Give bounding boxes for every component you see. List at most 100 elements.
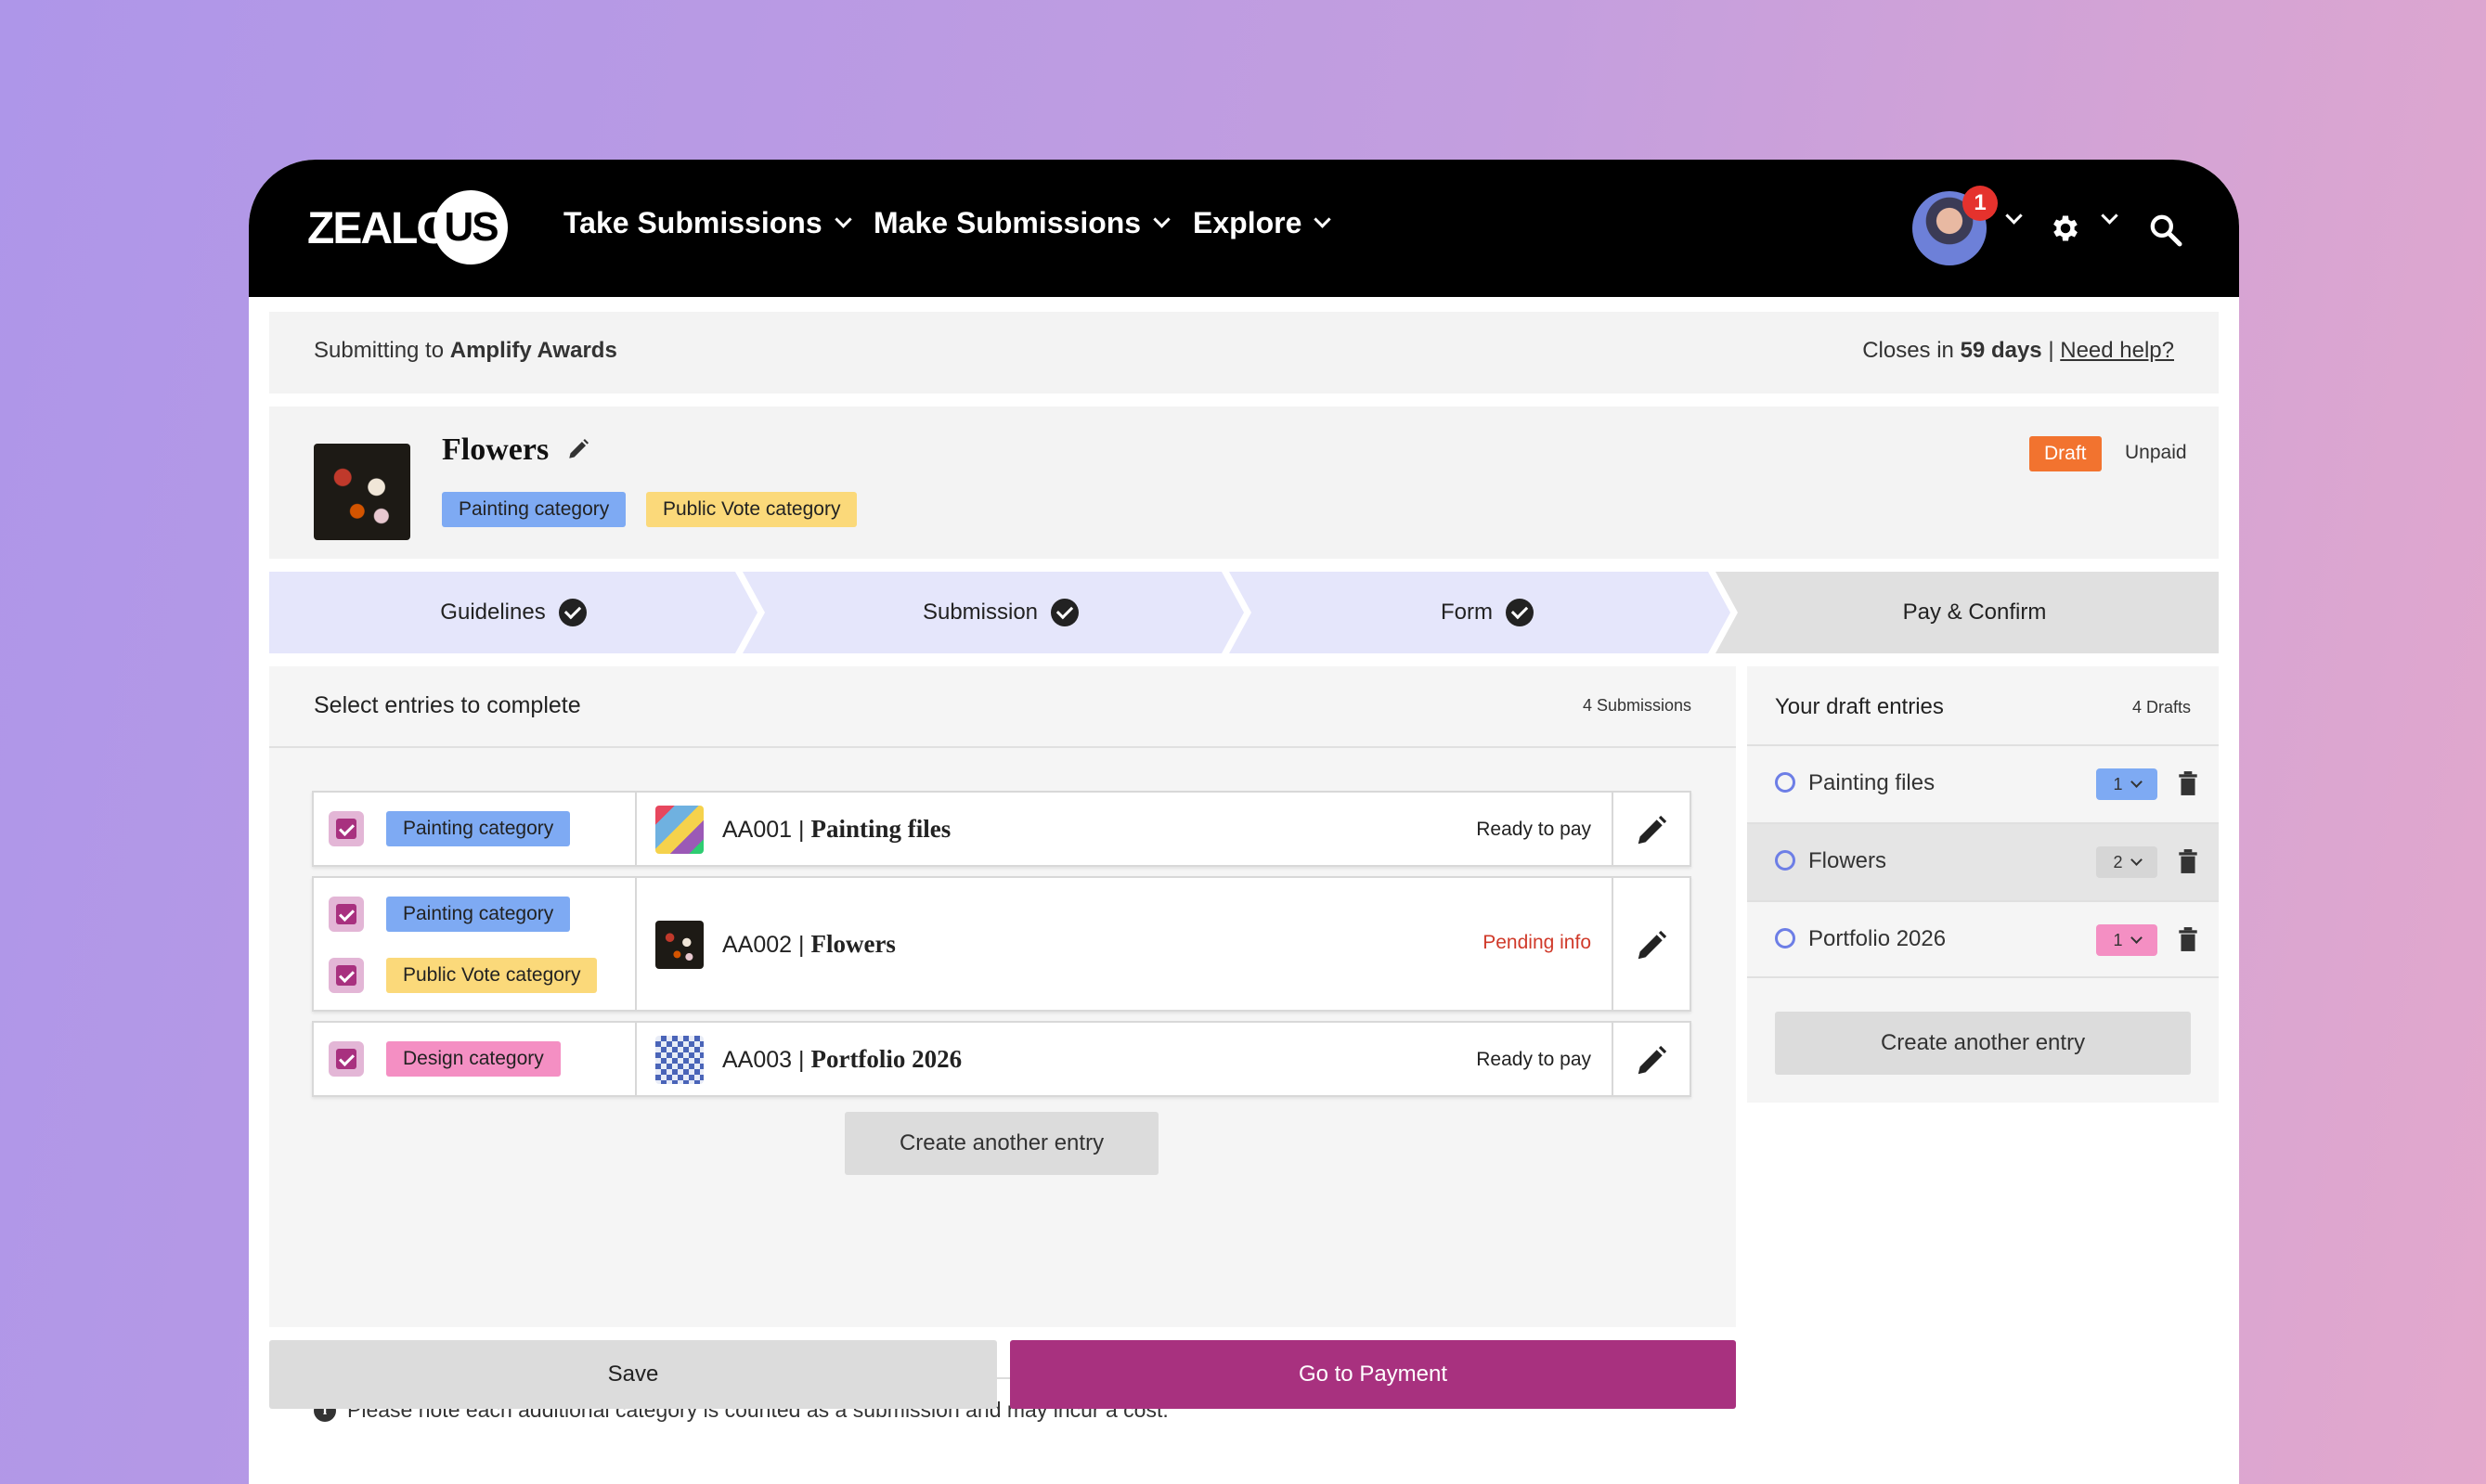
- draft-name: Portfolio 2026: [1808, 926, 1947, 951]
- entry-thumbnail: [655, 1036, 704, 1084]
- chevron-down-icon[interactable]: [2101, 207, 2118, 225]
- entries-count: 4 Submissions: [1582, 696, 1691, 715]
- progress-stepper: Guidelines Submission Form Pay & Confirm: [269, 572, 2219, 653]
- chevron-down-icon: [2130, 776, 2143, 788]
- entry-title: Flowers: [442, 432, 590, 468]
- search-icon[interactable]: [2147, 212, 2184, 249]
- draft-name: Flowers: [1808, 848, 1887, 873]
- category-cell: Design category: [314, 1023, 637, 1095]
- trash-icon[interactable]: [2178, 848, 2198, 874]
- draft-item-selected[interactable]: Flowers 2: [1747, 822, 2219, 900]
- drafts-heading: Your draft entries: [1775, 694, 1944, 719]
- nav-label: Make Submissions: [874, 206, 1142, 239]
- quantity-dropdown[interactable]: 2: [2096, 846, 2157, 878]
- table-row: Design category AA003 | Portfolio 2026 R…: [312, 1021, 1691, 1097]
- zealous-logo[interactable]: ZEALO US: [307, 190, 508, 265]
- entry-name: Painting files: [810, 815, 952, 843]
- submitting-to: Submitting to Amplify Awards: [314, 338, 617, 364]
- entry-status: Pending info: [1483, 932, 1591, 953]
- quantity-dropdown[interactable]: 1: [2096, 924, 2157, 956]
- quantity-dropdown[interactable]: 1: [2096, 768, 2157, 800]
- create-another-entry-button[interactable]: Create another entry: [1775, 1012, 2191, 1075]
- quantity-value: 1: [2113, 930, 2123, 949]
- chevron-down-icon: [1153, 211, 1171, 228]
- separator: |: [798, 1047, 805, 1073]
- submitting-prefix: Submitting to: [314, 338, 445, 363]
- pencil-icon[interactable]: [1634, 813, 1669, 848]
- nav-label: Take Submissions: [563, 206, 822, 239]
- go-to-payment-button[interactable]: Go to Payment: [1010, 1340, 1736, 1409]
- closes-prefix: Closes in: [1862, 338, 1954, 363]
- step-pay-confirm[interactable]: Pay & Confirm: [1730, 572, 2219, 653]
- save-button[interactable]: Save: [269, 1340, 997, 1409]
- entry-thumbnail: [314, 444, 410, 540]
- category-cell: Painting category Public Vote category: [314, 878, 637, 1010]
- category-tag: Painting category: [442, 492, 627, 527]
- nav-take-submissions[interactable]: Take Submissions: [563, 206, 852, 240]
- pencil-icon[interactable]: [566, 437, 590, 461]
- edit-cell: [1612, 793, 1690, 865]
- category-checkbox[interactable]: [329, 1041, 364, 1077]
- create-another-entry-button[interactable]: Create another entry: [845, 1112, 1159, 1175]
- check-circle-icon: [1051, 599, 1080, 626]
- category-tag: Painting category: [386, 811, 571, 846]
- table-row: Painting category AA001 | Painting files…: [312, 791, 1691, 867]
- category-cell: Painting category: [314, 793, 637, 865]
- payment-status: Unpaid: [2125, 442, 2187, 463]
- separator: |: [798, 932, 805, 958]
- draft-item[interactable]: Portfolio 2026 1: [1747, 900, 2219, 978]
- entry-name: Portfolio 2026: [810, 1045, 963, 1073]
- gear-icon[interactable]: [2049, 212, 2082, 245]
- quantity-value: 1: [2113, 774, 2123, 794]
- chevron-down-icon[interactable]: [2005, 207, 2023, 225]
- category-tag: Public Vote category: [646, 492, 858, 527]
- entry-status: Ready to pay: [1476, 819, 1591, 840]
- edit-cell: [1612, 878, 1690, 1010]
- radio-icon[interactable]: [1775, 928, 1795, 948]
- nav-label: Explore: [1193, 206, 1302, 239]
- top-navbar: ZEALO US Take Submissions Make Submissio…: [249, 160, 2239, 297]
- check-circle-icon: [558, 599, 587, 626]
- category-checkbox[interactable]: [329, 897, 364, 932]
- nav-make-submissions[interactable]: Make Submissions: [874, 206, 1171, 240]
- logo-badge: US: [434, 190, 508, 265]
- category-tag: Design category: [386, 1041, 561, 1077]
- radio-icon[interactable]: [1775, 772, 1795, 793]
- draft-name: Painting files: [1808, 770, 1936, 795]
- table-row: Painting category Public Vote category A…: [312, 876, 1691, 1012]
- draft-item[interactable]: Painting files 1: [1747, 744, 2219, 822]
- pencil-icon[interactable]: [1634, 1043, 1669, 1078]
- entry-identifier[interactable]: AA003 | Portfolio 2026: [722, 1045, 962, 1074]
- logo-text: ZEALO: [307, 204, 451, 253]
- entry-thumbnail: [655, 921, 704, 969]
- category-checkbox[interactable]: [329, 958, 364, 993]
- entry-code: AA001: [722, 817, 793, 843]
- chevron-down-icon: [834, 211, 852, 228]
- divider: [269, 746, 1736, 748]
- chevron-down-icon: [2130, 932, 2143, 944]
- radio-icon[interactable]: [1775, 850, 1795, 871]
- nav-explore[interactable]: Explore: [1193, 206, 1332, 240]
- chevron-down-icon: [1314, 211, 1332, 228]
- separator: |: [2048, 338, 2054, 363]
- separator: |: [798, 817, 805, 843]
- program-name: Amplify Awards: [449, 338, 617, 363]
- step-label: Pay & Confirm: [1902, 600, 2047, 625]
- step-submission[interactable]: Submission: [757, 572, 1244, 653]
- edit-cell: [1612, 1023, 1690, 1095]
- step-form[interactable]: Form: [1244, 572, 1730, 653]
- category-tag: Painting category: [386, 897, 571, 932]
- closes-value: 59 days: [1960, 338, 2042, 363]
- pencil-icon[interactable]: [1634, 928, 1669, 963]
- entry-code: AA002: [722, 932, 793, 958]
- entries-panel: Select entries to complete 4 Submissions…: [269, 666, 1736, 1422]
- entry-identifier[interactable]: AA002 | Flowers: [722, 930, 896, 959]
- step-guidelines[interactable]: Guidelines: [269, 572, 757, 653]
- category-checkbox[interactable]: [329, 811, 364, 846]
- trash-icon[interactable]: [2178, 770, 2198, 796]
- entry-identifier[interactable]: AA001 | Painting files: [722, 815, 951, 844]
- entry-name: Flowers: [810, 930, 896, 958]
- entry-title-text: Flowers: [442, 432, 550, 467]
- need-help-link[interactable]: Need help?: [2060, 338, 2174, 363]
- trash-icon[interactable]: [2178, 926, 2198, 952]
